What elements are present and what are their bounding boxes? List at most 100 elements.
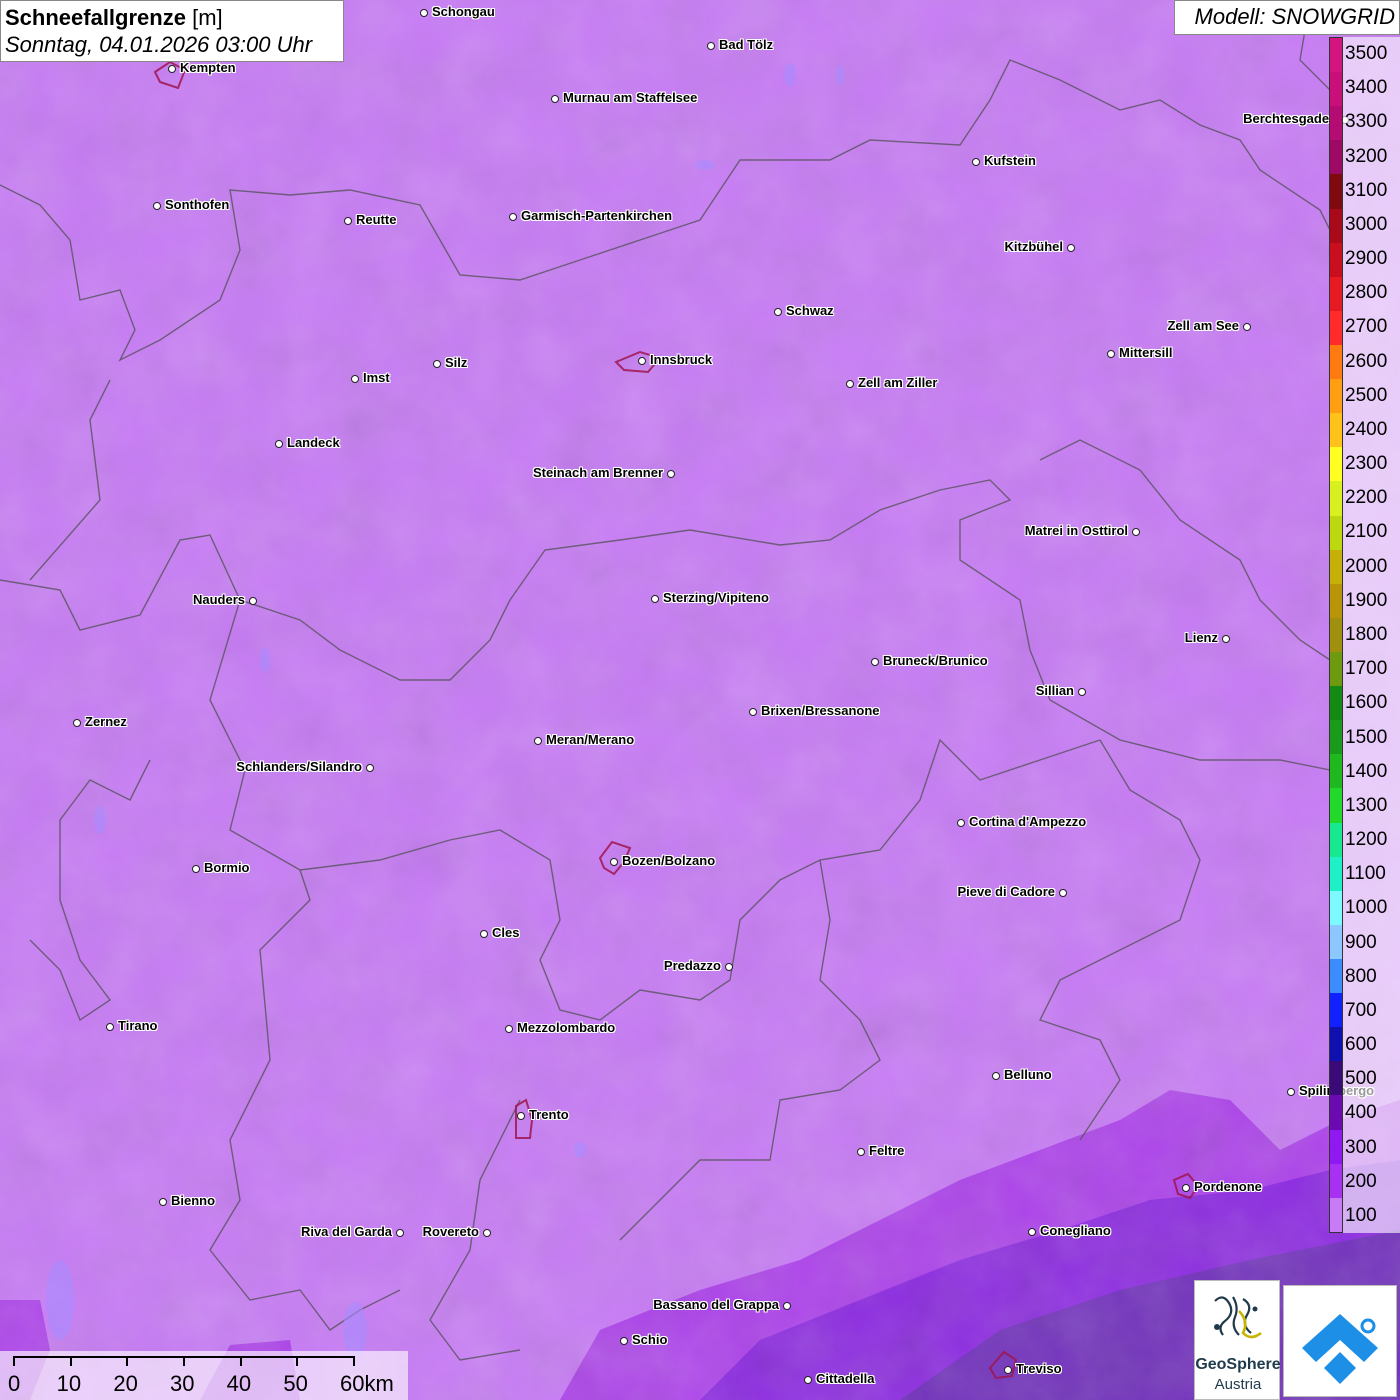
city-label: Tirano bbox=[118, 1018, 158, 1033]
city-label: Treviso bbox=[1016, 1361, 1062, 1376]
city-dot-icon bbox=[366, 764, 374, 772]
city-dot-icon bbox=[275, 440, 283, 448]
city-dot-icon bbox=[106, 1023, 114, 1031]
legend-tick-label: 2800 bbox=[1345, 282, 1388, 304]
city-label: Pieve di Cadore bbox=[957, 884, 1055, 899]
city-label: Feltre bbox=[869, 1143, 905, 1158]
legend-swatch bbox=[1330, 140, 1342, 175]
city-label: Kitzbühel bbox=[1004, 239, 1064, 254]
snowline-map[interactable]: Schongau Bad Tölz Kempten Murnau am Staffel… bbox=[0, 0, 1400, 1400]
city-dot-icon bbox=[1182, 1184, 1190, 1192]
legend-swatch bbox=[1330, 583, 1342, 618]
legend-swatch bbox=[1330, 686, 1342, 721]
city-label: Zernez bbox=[85, 714, 127, 729]
scale-bar: 0 10 20 30 40 50 60km bbox=[0, 1351, 408, 1400]
color-legend: 3500 3400 3300 3200 3100 3000 2900 2800 2700 2600… bbox=[1329, 37, 1400, 1233]
scale-tick bbox=[239, 1356, 242, 1366]
city-label: Schongau bbox=[432, 4, 495, 19]
legend-tick-label: 400 bbox=[1345, 1102, 1377, 1124]
city-dot-icon bbox=[725, 963, 733, 971]
legend-swatch bbox=[1330, 617, 1342, 652]
city-label: Innsbruck bbox=[650, 352, 713, 367]
legend-swatch bbox=[1330, 413, 1342, 448]
city-label: Schwaz bbox=[786, 303, 834, 318]
city-label: Bruneck/Brunico bbox=[883, 653, 988, 668]
scale-tick bbox=[353, 1356, 355, 1366]
legend-tick-label: 1100 bbox=[1345, 863, 1386, 885]
scale-label: 60km bbox=[340, 1371, 394, 1396]
city-label: Steinach am Brenner bbox=[532, 465, 663, 480]
legend-tick-label: 2200 bbox=[1345, 487, 1388, 509]
legend-color-bar bbox=[1329, 37, 1343, 1233]
city-dot-icon bbox=[1222, 635, 1230, 643]
scale-tick bbox=[183, 1356, 185, 1366]
city-dot-icon bbox=[1107, 350, 1115, 358]
legend-swatch bbox=[1330, 822, 1342, 857]
city-label: Sonthofen bbox=[165, 197, 230, 212]
scale-label: 0 bbox=[8, 1371, 21, 1396]
geosphere-logo-icon bbox=[1214, 1296, 1262, 1339]
city-label: Landeck bbox=[287, 435, 340, 450]
city-dot-icon bbox=[1078, 688, 1086, 696]
map-timestamp: Sonntag, 04.01.2026 03:00 Uhr bbox=[5, 32, 313, 57]
city-dot-icon bbox=[846, 380, 854, 388]
legend-swatch bbox=[1330, 242, 1342, 277]
city-dot-icon bbox=[551, 95, 559, 103]
title-box: Schneefallgrenze [m] Sonntag, 04.01.2026… bbox=[0, 0, 344, 62]
city-dot-icon bbox=[168, 65, 176, 73]
city-label: Bassano del Grappa bbox=[653, 1297, 779, 1312]
map-title: Schneefallgrenze bbox=[5, 5, 186, 30]
city-dot-icon bbox=[972, 158, 980, 166]
city-dot-icon bbox=[505, 1025, 513, 1033]
legend-swatch bbox=[1330, 481, 1342, 516]
legend-swatch bbox=[1330, 38, 1342, 73]
city-dot-icon bbox=[1067, 244, 1075, 252]
legend-swatch bbox=[1330, 72, 1342, 107]
city-label: Nauders bbox=[192, 592, 245, 607]
city-dot-icon bbox=[651, 595, 659, 603]
legend-tick-label: 2500 bbox=[1345, 384, 1388, 406]
city-dot-icon bbox=[1059, 889, 1067, 897]
city-dot-icon bbox=[774, 308, 782, 316]
legend-swatch bbox=[1330, 924, 1342, 959]
city-label: Schio bbox=[632, 1332, 668, 1347]
city-label: Sillian bbox=[1035, 683, 1074, 698]
scale-label: 40 bbox=[226, 1371, 252, 1396]
city-dot-icon bbox=[620, 1337, 628, 1345]
legend-tick-label: 2300 bbox=[1345, 453, 1388, 475]
city-dot-icon bbox=[534, 737, 542, 745]
city-dot-icon bbox=[610, 858, 618, 866]
city-label: Conegliano bbox=[1040, 1223, 1111, 1238]
legend-swatch bbox=[1330, 344, 1342, 380]
city-dot-icon bbox=[509, 213, 517, 221]
weather-app-logo[interactable] bbox=[1283, 1285, 1397, 1397]
city-label: Cittadella bbox=[816, 1371, 875, 1386]
scale-label: 30 bbox=[170, 1371, 195, 1396]
city-label: Bormio bbox=[204, 860, 250, 875]
legend-tick-label: 3100 bbox=[1345, 179, 1388, 201]
legend-tick-label: 3200 bbox=[1345, 145, 1388, 167]
city-dot-icon bbox=[396, 1229, 404, 1237]
city-label: Garmisch-Partenkirchen bbox=[521, 208, 673, 223]
city-dot-icon bbox=[249, 597, 257, 605]
legend-tick-label: 1000 bbox=[1345, 897, 1388, 919]
city-label: Trento bbox=[529, 1107, 569, 1122]
legend-swatch bbox=[1330, 856, 1342, 891]
legend-tick-label: 1400 bbox=[1345, 760, 1388, 782]
legend-swatch bbox=[1330, 1061, 1342, 1096]
city-label: Predazzo bbox=[663, 958, 721, 973]
legend-tick-label: 3300 bbox=[1345, 111, 1388, 133]
city-label: Kufstein bbox=[984, 153, 1036, 168]
legend-swatch bbox=[1330, 549, 1342, 584]
city-dot-icon bbox=[1004, 1366, 1012, 1374]
geosphere-logo[interactable]: GeoSphere Austria bbox=[1194, 1280, 1281, 1400]
title-line: Schneefallgrenze [m] bbox=[5, 4, 343, 31]
legend-swatch bbox=[1330, 1129, 1342, 1164]
city-dot-icon bbox=[351, 375, 359, 383]
legend-tick-label: 700 bbox=[1345, 999, 1377, 1021]
city-label: Sterzing/Vipiteno bbox=[663, 590, 769, 605]
scale-tick bbox=[126, 1356, 129, 1366]
legend-tick-label: 1500 bbox=[1345, 726, 1388, 748]
city-dot-icon bbox=[957, 819, 965, 827]
city-dot-icon bbox=[344, 217, 352, 225]
